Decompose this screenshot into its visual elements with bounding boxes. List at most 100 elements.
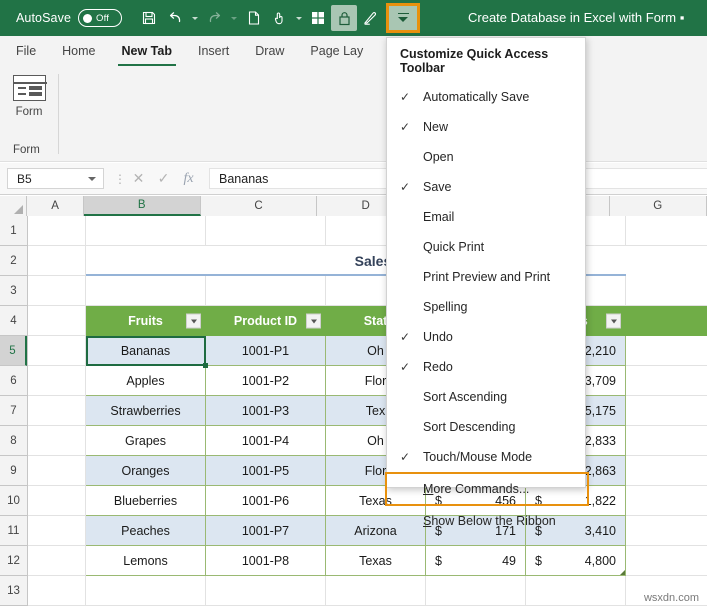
grid-cell[interactable]	[526, 576, 626, 606]
row-header-2[interactable]: 2	[0, 246, 27, 276]
row-header-13[interactable]: 13	[0, 576, 27, 606]
row-header-1[interactable]: 1	[0, 216, 27, 246]
redo-dropdown-icon[interactable]	[227, 5, 240, 31]
qat-menu-item-show-below-the-ribbon[interactable]: Show Below the Ribbon	[387, 506, 585, 536]
qat-menu-item-email[interactable]: Email	[387, 202, 585, 232]
column-header-G[interactable]: G	[609, 196, 707, 216]
row-header-10[interactable]: 10	[0, 486, 27, 516]
grid-cell[interactable]	[86, 576, 206, 606]
row-header-11[interactable]: 11	[0, 516, 27, 546]
qat-menu-item-automatically-save[interactable]: ✓ Automatically Save	[387, 82, 585, 112]
ribbon-tab-home[interactable]: Home	[60, 40, 97, 62]
cell-fruit[interactable]: Blueberries	[86, 486, 206, 516]
customize-quick-access-toolbar-button[interactable]	[386, 3, 421, 33]
grid-cell[interactable]	[626, 366, 707, 396]
grid-cell[interactable]	[28, 426, 86, 456]
cell-state[interactable]: Texas	[326, 546, 426, 576]
touch-dropdown-icon[interactable]	[292, 5, 305, 31]
qat-menu-item-touch-mouse-mode[interactable]: ✓ Touch/Mouse Mode	[387, 442, 585, 472]
form-button[interactable]: Form	[5, 75, 53, 118]
cell-product-id[interactable]: 1001-P4	[206, 426, 326, 456]
cancel-formula-icon[interactable]: ✕	[126, 168, 151, 190]
grid-cell[interactable]	[626, 396, 707, 426]
qat-menu-item-more-commands[interactable]: More Commands...	[385, 472, 589, 506]
cell-product-id[interactable]: 1001-P3	[206, 396, 326, 426]
grid-cell[interactable]	[28, 546, 86, 576]
grid-cell[interactable]	[28, 486, 86, 516]
filter-dropdown-icon[interactable]	[306, 313, 321, 329]
grid-cell[interactable]	[626, 276, 707, 306]
cell-fruit[interactable]: Bananas	[86, 336, 206, 366]
column-header-C[interactable]: C	[200, 196, 318, 216]
grid-cell[interactable]	[626, 486, 707, 516]
cell-product-id[interactable]: 1001-P5	[206, 456, 326, 486]
ribbon-tab-page-lay[interactable]: Page Lay	[308, 40, 365, 62]
row-header-4[interactable]: 4	[0, 306, 27, 336]
qat-menu-item-print-preview-and-print[interactable]: Print Preview and Print	[387, 262, 585, 292]
grid-cell[interactable]	[86, 216, 206, 246]
grid-icon[interactable]	[305, 5, 331, 31]
ribbon-tab-insert[interactable]: Insert	[196, 40, 231, 62]
cell-fruit[interactable]: Oranges	[86, 456, 206, 486]
qat-menu-item-open[interactable]: Open	[387, 142, 585, 172]
cell-product-id[interactable]: 1001-P7	[206, 516, 326, 546]
grid-cell[interactable]	[326, 576, 426, 606]
table-resize-corner-icon[interactable]	[620, 570, 625, 575]
qat-menu-item-spelling[interactable]: Spelling	[387, 292, 585, 322]
row-header-6[interactable]: 6	[0, 366, 27, 396]
select-all-corner[interactable]	[0, 196, 28, 216]
filter-dropdown-icon[interactable]	[606, 313, 621, 329]
column-header-B[interactable]: B	[83, 196, 201, 216]
table-column-header[interactable]: Product ID	[206, 306, 326, 336]
cell-product-id[interactable]: 1001-P6	[206, 486, 326, 516]
lock-icon[interactable]	[331, 5, 358, 31]
redo-icon[interactable]	[201, 5, 227, 31]
row-header-12[interactable]: 12	[0, 546, 27, 576]
filter-dropdown-icon[interactable]	[186, 313, 201, 329]
cell-fruit[interactable]: Strawberries	[86, 396, 206, 426]
grid-cell[interactable]	[206, 276, 326, 306]
qat-menu-item-save[interactable]: ✓ Save	[387, 172, 585, 202]
save-icon[interactable]	[136, 5, 162, 31]
grid-cell[interactable]	[28, 246, 86, 276]
cell-fruit[interactable]: Peaches	[86, 516, 206, 546]
cell-product-id[interactable]: 1001-P1	[206, 336, 326, 366]
pen-icon[interactable]	[357, 5, 383, 31]
autosave-toggle[interactable]: Off	[78, 9, 123, 27]
cell-sales[interactable]: $4,800	[526, 546, 626, 576]
row-header-9[interactable]: 9	[0, 456, 27, 486]
row-header-3[interactable]: 3	[0, 276, 27, 306]
row-header-5[interactable]: 5	[0, 336, 27, 366]
grid-cell[interactable]	[626, 216, 707, 246]
undo-dropdown-icon[interactable]	[188, 5, 201, 31]
cell-fruit[interactable]: Grapes	[86, 426, 206, 456]
qat-menu-item-sort-descending[interactable]: Sort Descending	[387, 412, 585, 442]
grid-cell[interactable]	[28, 216, 86, 246]
qat-menu-item-sort-ascending[interactable]: Sort Ascending	[387, 382, 585, 412]
row-header-8[interactable]: 8	[0, 426, 27, 456]
table-column-header[interactable]	[626, 306, 707, 336]
grid-cell[interactable]	[626, 546, 707, 576]
grid-cell[interactable]	[28, 336, 86, 366]
qat-menu-item-undo[interactable]: ✓ Undo	[387, 322, 585, 352]
grid-cell[interactable]	[28, 576, 86, 606]
grid-cell[interactable]	[28, 306, 86, 336]
grid-cell[interactable]	[28, 366, 86, 396]
cell-product-id[interactable]: 1001-P8	[206, 546, 326, 576]
ribbon-tab-new-tab[interactable]: New Tab	[117, 40, 177, 67]
grid-cell[interactable]	[86, 276, 206, 306]
cell-fruit[interactable]: Lemons	[86, 546, 206, 576]
grid-cell[interactable]	[206, 216, 326, 246]
grid-cell[interactable]	[206, 576, 326, 606]
qat-menu-item-new[interactable]: ✓ New	[387, 112, 585, 142]
grid-cell[interactable]	[28, 516, 86, 546]
qat-menu-item-redo[interactable]: ✓ Redo	[387, 352, 585, 382]
grid-cell[interactable]	[426, 576, 526, 606]
grid-cell[interactable]	[626, 426, 707, 456]
column-header-A[interactable]: A	[27, 196, 84, 216]
undo-icon[interactable]	[162, 5, 188, 31]
touch-icon[interactable]	[266, 5, 292, 31]
cell-price[interactable]: $49	[426, 546, 526, 576]
name-box[interactable]: B5	[7, 168, 104, 189]
grid-cell[interactable]	[28, 276, 86, 306]
